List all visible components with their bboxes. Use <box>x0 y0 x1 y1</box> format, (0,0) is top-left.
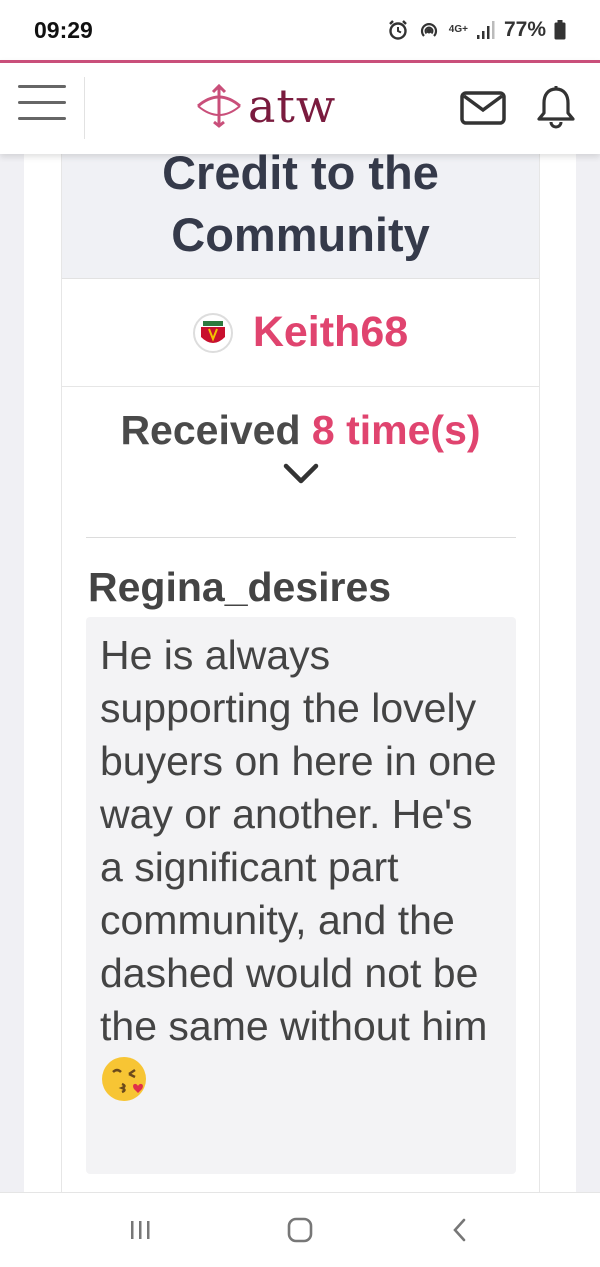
menu-icon-line <box>18 117 66 120</box>
logo-text: atw <box>248 79 337 133</box>
kissing-face-emoji-icon <box>102 1057 146 1101</box>
credit-card: Credit to the Community Keith68 Received… <box>61 142 540 1194</box>
menu-icon-line <box>18 101 66 104</box>
side-column <box>24 154 62 1194</box>
divider <box>84 77 85 139</box>
recent-apps-icon <box>131 1221 150 1239</box>
recent-apps-button[interactable] <box>110 1205 170 1255</box>
app-header: atw <box>0 60 600 154</box>
side-column <box>540 154 576 1194</box>
page-title: Credit to the Community <box>162 146 439 261</box>
system-nav-bar <box>0 1192 600 1267</box>
battery-percent: 77% <box>503 18 546 41</box>
menu-icon-line <box>18 85 66 88</box>
back-icon <box>453 1218 466 1242</box>
credit-giver-name[interactable]: Regina_desires <box>88 564 391 611</box>
battery-icon <box>554 20 566 40</box>
avatar[interactable] <box>192 312 233 353</box>
alarm-icon <box>387 19 409 41</box>
network-type-icon: 4G+ <box>448 24 468 35</box>
received-label: Received <box>120 407 301 453</box>
home-icon <box>287 1217 313 1243</box>
bell-icon[interactable] <box>534 85 578 129</box>
menu-button[interactable] <box>18 85 66 129</box>
card-header: Credit to the Community <box>62 142 539 279</box>
hotspot-icon <box>417 18 441 42</box>
signal-icon <box>476 20 496 40</box>
home-button[interactable] <box>270 1205 330 1255</box>
bow-arrow-icon <box>197 84 241 128</box>
received-count: 8 time(s) <box>311 407 481 453</box>
divider <box>86 537 516 538</box>
credit-comment: He is always supporting the lovely buyer… <box>86 617 516 1174</box>
user-row[interactable]: Keith68 <box>62 279 539 387</box>
logo[interactable]: atw <box>194 81 336 131</box>
received-summary[interactable]: Received 8 time(s) <box>62 387 539 486</box>
mail-icon[interactable] <box>460 91 506 125</box>
comment-text: He is always supporting the lovely buyer… <box>100 632 497 1049</box>
back-button[interactable] <box>430 1205 490 1255</box>
status-bar: 09:29 4G+ 77% <box>0 0 600 60</box>
status-time: 09:29 <box>34 16 93 43</box>
status-icons: 4G+ 77% <box>387 18 566 42</box>
username-link[interactable]: Keith68 <box>253 308 408 357</box>
chevron-down-icon[interactable] <box>282 462 320 486</box>
received-text: Received 8 time(s) <box>62 407 539 454</box>
